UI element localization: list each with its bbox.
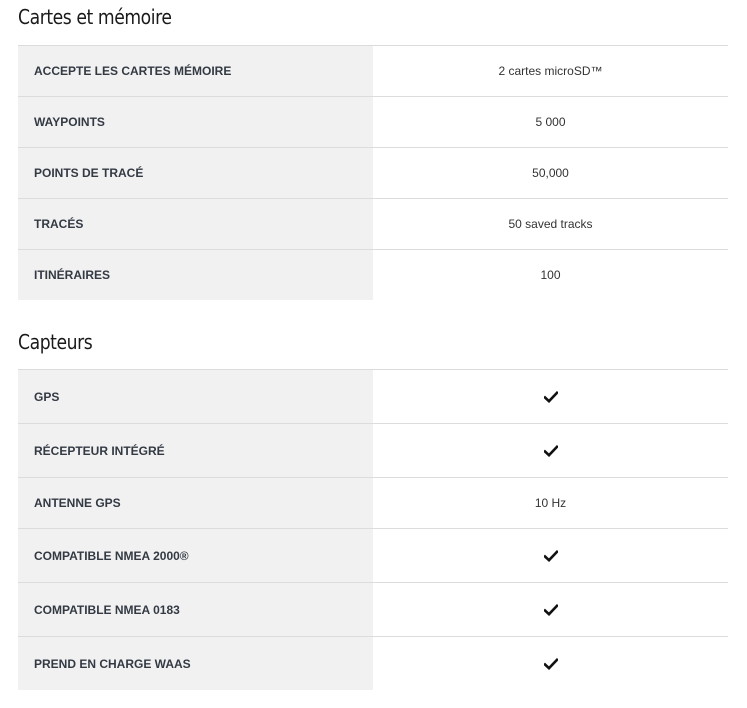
spec-row-waypoints: WAYPOINTS 5 000 — [18, 97, 728, 148]
check-icon — [543, 549, 558, 562]
spec-value — [373, 370, 728, 423]
spec-label: ITINÉRAIRES — [18, 250, 373, 300]
spec-label: ANTENNE GPS — [18, 478, 373, 528]
spec-label: POINTS DE TRACÉ — [18, 148, 373, 198]
spec-label: WAYPOINTS — [18, 97, 373, 147]
spec-label: PREND EN CHARGE WAAS — [18, 637, 373, 690]
spec-value — [373, 529, 728, 582]
spec-row-tracks: TRACÉS 50 saved tracks — [18, 199, 728, 250]
spec-table-cartes-memoire: ACCEPTE LES CARTES MÉMOIRE 2 cartes micr… — [18, 45, 728, 300]
spec-value — [373, 424, 728, 477]
spec-value: 50 saved tracks — [508, 217, 593, 231]
check-icon — [543, 390, 558, 403]
spec-value — [373, 637, 728, 690]
check-icon — [543, 603, 558, 616]
spec-row-gps: GPS — [18, 370, 728, 424]
spec-row-waas: PREND EN CHARGE WAAS — [18, 637, 728, 690]
spec-label: COMPATIBLE NMEA 2000® — [18, 529, 373, 582]
spec-label: GPS — [18, 370, 373, 423]
section-title-capteurs: Capteurs — [18, 330, 93, 354]
spec-value: 50,000 — [532, 166, 569, 180]
spec-label: TRACÉS — [18, 199, 373, 249]
spec-value — [373, 583, 728, 636]
spec-value: 2 cartes microSD™ — [498, 64, 603, 78]
spec-value: 10 Hz — [534, 496, 567, 510]
spec-label: RÉCEPTEUR INTÉGRÉ — [18, 424, 373, 477]
spec-row-memory-cards: ACCEPTE LES CARTES MÉMOIRE 2 cartes micr… — [18, 46, 728, 97]
spec-row-track-points: POINTS DE TRACÉ 50,000 — [18, 148, 728, 199]
spec-table-capteurs: GPS RÉCEPTEUR INTÉGRÉ ANTENNE GPS 10 Hz … — [18, 369, 728, 690]
spec-row-integrated-receiver: RÉCEPTEUR INTÉGRÉ — [18, 424, 728, 478]
spec-value: 100 — [540, 268, 561, 282]
spec-row-nmea-2000: COMPATIBLE NMEA 2000® — [18, 529, 728, 583]
spec-label: COMPATIBLE NMEA 0183 — [18, 583, 373, 636]
spec-row-nmea-0183: COMPATIBLE NMEA 0183 — [18, 583, 728, 637]
check-icon — [543, 657, 558, 670]
spec-row-gps-antenna: ANTENNE GPS 10 Hz — [18, 478, 728, 529]
spec-label: ACCEPTE LES CARTES MÉMOIRE — [18, 46, 373, 96]
section-title-cartes-memoire: Cartes et mémoire — [18, 5, 172, 29]
spec-value: 5 000 — [535, 115, 566, 129]
spec-row-routes: ITINÉRAIRES 100 — [18, 250, 728, 300]
check-icon — [543, 444, 558, 457]
